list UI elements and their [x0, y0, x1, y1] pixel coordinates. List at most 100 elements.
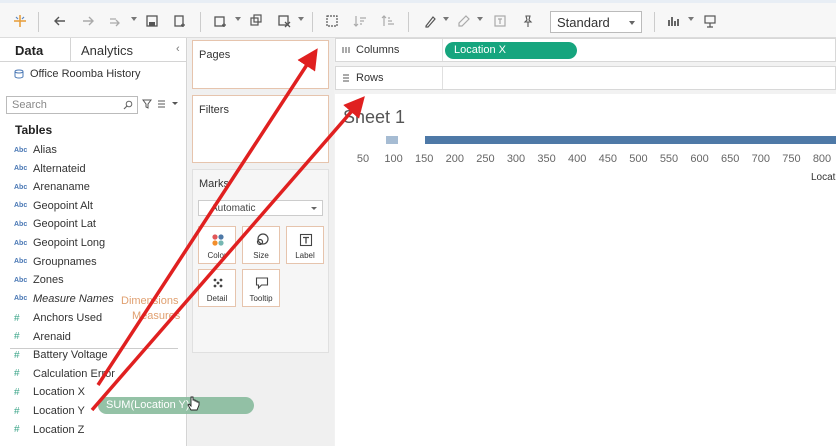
rows-icon [343, 74, 349, 82]
new-worksheet-dropdown-icon[interactable] [235, 17, 241, 21]
measure-type-icon: # [14, 424, 20, 436]
save-icon[interactable] [144, 12, 160, 30]
measure-location-x[interactable]: # Location X [14, 384, 85, 400]
measure-type-icon: # [14, 405, 20, 417]
tab-analytics[interactable]: Analytics [81, 43, 133, 58]
field-name: Measure Names [33, 292, 114, 305]
x-tick-label: 300 [507, 153, 525, 165]
measure-anchors-used[interactable]: # Anchors Used [14, 310, 102, 326]
clear-icon[interactable] [276, 12, 292, 30]
annotate-icon[interactable] [456, 12, 472, 30]
search-placeholder: Search [12, 99, 47, 111]
string-type-icon: Abc [14, 202, 28, 210]
label-icon[interactable] [492, 12, 508, 30]
filters-card[interactable]: Filters [192, 95, 329, 163]
back-icon[interactable] [52, 12, 68, 30]
columns-text: Columns [356, 44, 400, 56]
tooltip-button[interactable]: Tooltip [242, 269, 280, 307]
mouse-cursor-icon [187, 396, 200, 411]
columns-pill-location-x[interactable]: Location X [445, 42, 577, 59]
presentation-icon[interactable] [702, 12, 718, 30]
highlight-dropdown-icon[interactable] [443, 17, 449, 21]
rows-label: Rows [342, 72, 384, 84]
field-name: Location Z [33, 423, 85, 436]
pin-icon[interactable] [520, 12, 536, 30]
size-button[interactable]: Size [242, 226, 280, 264]
tableau-logo-icon[interactable] [12, 12, 28, 30]
annotate-dropdown-icon[interactable] [477, 17, 483, 21]
sort-desc-icon[interactable] [380, 12, 396, 30]
x-tick-label: 650 [721, 153, 739, 165]
bar-mark[interactable] [425, 136, 836, 144]
label-button[interactable]: Label [286, 226, 324, 264]
size-icon [256, 233, 269, 246]
x-tick-label: 50 [357, 153, 369, 165]
measure-location-y[interactable]: # Location Y [14, 403, 85, 419]
clear-dropdown-icon[interactable] [298, 17, 304, 21]
field-search-input[interactable]: Search [6, 96, 138, 114]
field-name: Location Y [33, 405, 85, 417]
dimension-arenaname[interactable]: Abc Arenaname [14, 179, 90, 195]
duplicate-icon[interactable] [248, 12, 264, 30]
pages-card[interactable]: Pages [192, 40, 329, 89]
string-type-icon: Abc [14, 146, 28, 154]
show-me-icon[interactable] [666, 12, 682, 30]
field-name: Groupnames [33, 255, 97, 268]
pages-title: Pages [199, 49, 231, 61]
datasource-item[interactable]: Office Roomba History [14, 68, 140, 80]
mark-type-select[interactable]: Automatic [198, 200, 323, 216]
field-name: Calculation Error [33, 367, 115, 380]
dragged-pill-sum-location-y[interactable]: SUM(Location Y) [98, 397, 254, 414]
measure-battery-voltage[interactable]: # Battery Voltage [14, 347, 108, 363]
x-tick-label: 150 [415, 153, 433, 165]
dimension-groupnames[interactable]: Abc Groupnames [14, 254, 97, 270]
highlight-icon[interactable] [422, 12, 438, 30]
string-type-icon: Abc [14, 220, 28, 228]
string-type-icon: Abc [14, 295, 28, 303]
x-tick-label: 700 [752, 153, 770, 165]
collapse-pane-icon[interactable]: ‹ [176, 43, 180, 55]
redo-icon[interactable] [107, 12, 123, 30]
rows-shelf[interactable]: Rows [335, 66, 836, 90]
filter-icon[interactable] [142, 99, 152, 109]
color-label: Color [207, 251, 227, 260]
string-type-icon: Abc [14, 165, 28, 173]
detail-button[interactable]: Detail [198, 269, 236, 307]
view-mode-select[interactable]: Standard [550, 11, 642, 33]
x-tick-label: 250 [476, 153, 494, 165]
forward-icon[interactable] [80, 12, 96, 30]
new-worksheet-icon[interactable] [212, 12, 228, 30]
field-name: Geopoint Alt [33, 199, 93, 212]
x-tick-label: 600 [690, 153, 708, 165]
dimension-geopoint-lat[interactable]: Abc Geopoint Lat [14, 216, 96, 232]
rows-text: Rows [356, 72, 384, 84]
measure-location-z[interactable]: # Location Z [14, 422, 84, 438]
tab-data[interactable]: Data [15, 43, 43, 58]
x-tick-label: 400 [568, 153, 586, 165]
dimension-geopoint-alt[interactable]: Abc Geopoint Alt [14, 198, 93, 214]
dimension-alias[interactable]: Abc Alias [14, 142, 57, 158]
x-axis-title[interactable]: Locat [811, 172, 835, 183]
show-me-dropdown-icon[interactable] [688, 17, 694, 21]
redo-dropdown-icon[interactable] [131, 17, 137, 21]
view-canvas[interactable]: Sheet 1 50 100 150 200 250 300 350 400 450 500 550… [335, 94, 836, 446]
new-datasource-icon[interactable] [172, 12, 188, 30]
columns-shelf[interactable]: Columns Location X [335, 38, 836, 62]
view-options-icon[interactable] [157, 98, 179, 108]
dimension-geopoint-long[interactable]: Abc Geopoint Long [14, 235, 105, 251]
drop-hint-dimensions: Dimensions [121, 295, 179, 307]
view-mode-value: Standard [557, 15, 610, 30]
dimension-measure-names[interactable]: Abc Measure Names [14, 291, 114, 307]
measure-arenaid[interactable]: # Arenaid [14, 329, 71, 345]
sort-asc-icon[interactable] [352, 12, 368, 30]
dimension-alternateid[interactable]: Abc Alternateid [14, 161, 86, 177]
field-name: Alias [33, 144, 57, 156]
x-tick-label: 800 [813, 153, 831, 165]
dimension-zones[interactable]: Abc Zones [14, 272, 64, 288]
swap-icon[interactable] [324, 12, 340, 30]
measure-type-icon: # [14, 368, 20, 380]
columns-icon [342, 47, 350, 53]
filters-title: Filters [199, 104, 229, 116]
color-button[interactable]: Color [198, 226, 236, 264]
measure-calculation-error[interactable]: # Calculation Error [14, 366, 115, 382]
